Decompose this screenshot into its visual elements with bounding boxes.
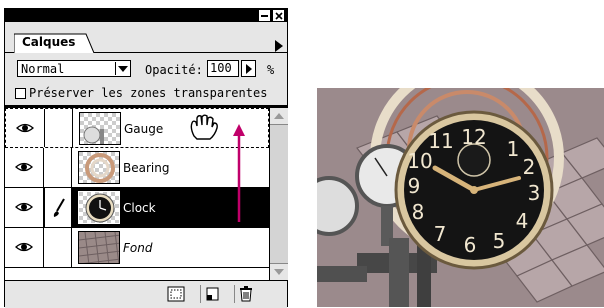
layer-name: Bearing — [123, 161, 170, 175]
layer-name: Clock — [123, 201, 156, 215]
visibility-toggle[interactable] — [6, 109, 45, 147]
opacity-input[interactable]: 100 — [207, 60, 239, 77]
svg-text:11: 11 — [428, 129, 453, 153]
scroll-down-arrow[interactable] — [270, 263, 288, 280]
scroll-up-arrow[interactable] — [270, 108, 288, 125]
arrow-up-icon — [233, 124, 245, 222]
link-cell[interactable] — [45, 228, 72, 267]
eye-icon — [16, 123, 34, 133]
layer-mask-icon[interactable] — [165, 285, 187, 303]
layer-thumbnail — [78, 231, 120, 264]
svg-text:12: 12 — [461, 125, 486, 149]
triangle-right-icon[interactable] — [275, 40, 283, 52]
minimize-icon[interactable] — [259, 10, 270, 21]
layer-name: Gauge — [124, 122, 164, 136]
layer-name: Fond — [123, 241, 153, 255]
svg-text:9: 9 — [408, 174, 421, 198]
layer-thumbnail — [79, 112, 121, 145]
layer-row-clock[interactable]: Clock — [5, 188, 269, 228]
layer-thumbnail — [78, 191, 120, 224]
new-layer-icon[interactable] — [200, 285, 222, 303]
svg-text:8: 8 — [412, 200, 425, 224]
percent-label: % — [267, 63, 275, 77]
svg-text:5: 5 — [493, 229, 506, 253]
layer-list-scrollbar[interactable] — [269, 105, 288, 280]
grab-hand-icon — [190, 114, 218, 140]
svg-text:4: 4 — [516, 209, 529, 233]
layer-row-gauge[interactable]: Gauge — [5, 108, 269, 148]
svg-text:6: 6 — [464, 233, 477, 257]
preserve-transparency-label: Préserver les zones transparentes — [29, 86, 268, 100]
opacity-slider-button[interactable] — [241, 60, 256, 77]
paintbrush-icon — [53, 198, 65, 217]
link-cell[interactable] — [45, 148, 72, 187]
layer-list: Gauge Bearing Clock Fond — [5, 105, 269, 283]
layer-thumbnail — [78, 151, 120, 184]
blend-controls: Normal Opacité: 100 % — [5, 53, 287, 83]
svg-text:3: 3 — [528, 181, 541, 205]
preserve-transparency: Préserver les zones transparentes — [5, 83, 287, 105]
layer-row-bearing[interactable]: Bearing — [5, 148, 269, 188]
visibility-toggle[interactable] — [5, 228, 44, 267]
trash-icon[interactable] — [234, 285, 256, 303]
svg-text:1: 1 — [507, 137, 520, 161]
tab-row: Calques — [5, 22, 287, 53]
link-cell[interactable] — [45, 188, 72, 227]
tab-calques[interactable]: Calques — [14, 32, 95, 53]
preserve-transparency-checkbox[interactable] — [15, 88, 26, 99]
blend-mode-select[interactable]: Normal — [17, 60, 131, 77]
visibility-toggle[interactable] — [5, 148, 44, 187]
blend-mode-value: Normal — [21, 62, 65, 76]
composite-preview-image: 12 1 2 3 4 5 6 7 8 9 10 11 — [317, 88, 604, 307]
palette-bottom-bar — [5, 280, 287, 308]
svg-text:2: 2 — [523, 155, 536, 179]
link-cell[interactable] — [46, 109, 73, 147]
eye-icon — [15, 162, 33, 172]
tab-calques-label: Calques — [22, 35, 76, 49]
layers-palette: Calques Normal Opacité: 100 % Préserver … — [4, 8, 288, 308]
chevron-down-icon[interactable] — [115, 62, 129, 75]
visibility-toggle[interactable] — [5, 188, 44, 227]
close-icon[interactable] — [273, 10, 284, 21]
palette-titlebar[interactable] — [5, 9, 287, 22]
svg-text:7: 7 — [434, 222, 447, 246]
eye-icon — [15, 242, 33, 252]
layer-row-fond[interactable]: Fond — [5, 228, 269, 268]
opacity-label: Opacité: — [145, 63, 203, 77]
eye-icon — [15, 202, 33, 212]
